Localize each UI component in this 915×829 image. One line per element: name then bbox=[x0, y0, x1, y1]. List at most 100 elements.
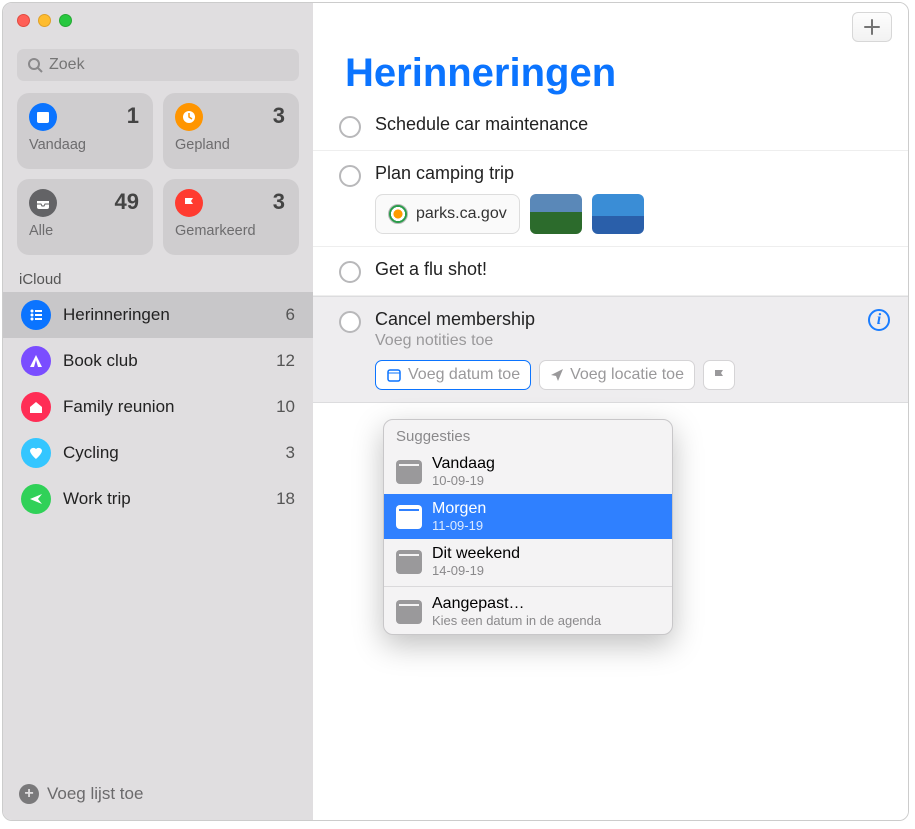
reminder-body: Get a flu shot! bbox=[375, 259, 890, 280]
suggestion-sublabel: 10-09-19 bbox=[432, 473, 495, 488]
list-name: Work trip bbox=[63, 489, 264, 509]
suggestion-label: Aangepast… bbox=[432, 595, 601, 613]
list-name: Family reunion bbox=[63, 397, 264, 417]
link-text: parks.ca.gov bbox=[416, 205, 507, 223]
smart-card-vandaag[interactable]: 1 Vandaag bbox=[17, 93, 153, 169]
reminder-body: Cancel membership Voeg notities toe Voeg … bbox=[375, 309, 890, 390]
list-name: Cycling bbox=[63, 443, 274, 463]
list-icon bbox=[21, 300, 51, 330]
smart-card-gepland[interactable]: 3 Gepland bbox=[163, 93, 299, 169]
minimize-window-button[interactable] bbox=[38, 14, 51, 27]
sidebar: 1 Vandaag 3 Gepland 49 Alle 3 Gemarkeerd… bbox=[3, 3, 313, 820]
calendar-icon bbox=[396, 600, 422, 624]
favicon-icon bbox=[388, 204, 408, 224]
section-header-icloud: iCloud bbox=[3, 265, 313, 292]
reminder-item[interactable]: Cancel membership Voeg notities toe Voeg … bbox=[313, 296, 908, 403]
list-title: Herinneringen bbox=[313, 51, 908, 102]
complete-checkbox[interactable] bbox=[339, 116, 361, 138]
calendar-icon bbox=[29, 103, 57, 131]
location-icon bbox=[550, 368, 564, 382]
flag-icon bbox=[712, 368, 726, 382]
smart-card-count: 49 bbox=[115, 189, 139, 215]
add-date-label: Voeg datum toe bbox=[408, 366, 520, 384]
search-field[interactable] bbox=[17, 49, 299, 81]
image-thumbnail[interactable] bbox=[592, 194, 644, 234]
complete-checkbox[interactable] bbox=[339, 165, 361, 187]
flag-icon bbox=[175, 189, 203, 217]
list-row-work-trip[interactable]: Work trip 18 bbox=[3, 476, 313, 522]
suggestion-sublabel: 14-09-19 bbox=[432, 563, 520, 578]
suggestion-label: Dit weekend bbox=[432, 545, 520, 563]
complete-checkbox[interactable] bbox=[339, 311, 361, 333]
add-list-button[interactable]: + Voeg lijst toe bbox=[3, 772, 313, 820]
close-window-button[interactable] bbox=[17, 14, 30, 27]
suggestion-dit-weekend[interactable]: Dit weekend 14-09-19 bbox=[384, 539, 672, 584]
add-location-label: Voeg locatie toe bbox=[570, 366, 684, 384]
list-row-cycling[interactable]: Cycling 3 bbox=[3, 430, 313, 476]
search-icon bbox=[27, 57, 43, 73]
smart-card-count: 3 bbox=[273, 103, 285, 129]
reminder-title: Schedule car maintenance bbox=[375, 114, 890, 135]
suggestion-aangepast-[interactable]: Aangepast… Kies een datum in de agenda bbox=[384, 589, 672, 634]
attachments-row: parks.ca.gov bbox=[375, 194, 890, 234]
smart-card-gemarkeerd[interactable]: 3 Gemarkeerd bbox=[163, 179, 299, 255]
search-input[interactable] bbox=[49, 56, 289, 74]
quick-actions-row: Voeg datum toe Voeg locatie toe bbox=[375, 360, 890, 390]
list-count: 12 bbox=[276, 351, 295, 371]
add-date-button[interactable]: Voeg datum toe bbox=[375, 360, 531, 390]
main-panel: Herinneringen Schedule car maintenance P… bbox=[313, 3, 908, 820]
reminder-item[interactable]: Get a flu shot! bbox=[313, 247, 908, 296]
suggestions-header: Suggesties bbox=[384, 420, 672, 449]
info-button[interactable]: i bbox=[868, 309, 890, 331]
notes-placeholder[interactable]: Voeg notities toe bbox=[375, 332, 890, 350]
suggestion-label: Vandaag bbox=[432, 455, 495, 473]
list-row-book-club[interactable]: Book club 12 bbox=[3, 338, 313, 384]
plus-icon bbox=[863, 18, 881, 36]
lists-container: Herinneringen 6 Book club 12 Family reun… bbox=[3, 292, 313, 772]
tray-icon bbox=[29, 189, 57, 217]
list-name: Book club bbox=[63, 351, 264, 371]
plus-icon: + bbox=[19, 784, 39, 804]
app-window: 1 Vandaag 3 Gepland 49 Alle 3 Gemarkeerd… bbox=[2, 2, 909, 821]
fullscreen-window-button[interactable] bbox=[59, 14, 72, 27]
plane-icon bbox=[21, 484, 51, 514]
reminder-item[interactable]: Plan camping trip parks.ca.gov bbox=[313, 151, 908, 247]
smart-card-count: 1 bbox=[127, 103, 139, 129]
smart-card-alle[interactable]: 49 Alle bbox=[17, 179, 153, 255]
suggestion-label: Morgen bbox=[432, 500, 486, 518]
smart-lists-grid: 1 Vandaag 3 Gepland 49 Alle 3 Gemarkeerd bbox=[3, 93, 313, 265]
list-row-family-reunion[interactable]: Family reunion 10 bbox=[3, 384, 313, 430]
complete-checkbox[interactable] bbox=[339, 261, 361, 283]
add-list-label: Voeg lijst toe bbox=[47, 784, 143, 804]
window-controls bbox=[17, 14, 72, 27]
calendar-icon bbox=[386, 367, 402, 383]
list-name: Herinneringen bbox=[63, 305, 274, 325]
reminder-item[interactable]: Schedule car maintenance bbox=[313, 102, 908, 151]
date-suggestions-popover: Suggesties Vandaag 10-09-19 Morgen 11-09… bbox=[383, 419, 673, 635]
smart-card-label: Gepland bbox=[175, 137, 287, 153]
calendar-icon bbox=[396, 550, 422, 574]
list-count: 18 bbox=[276, 489, 295, 509]
suggestion-morgen[interactable]: Morgen 11-09-19 bbox=[384, 494, 672, 539]
list-count: 10 bbox=[276, 397, 295, 417]
home-icon bbox=[21, 392, 51, 422]
tent-icon bbox=[21, 346, 51, 376]
calendar-icon bbox=[396, 505, 422, 529]
add-location-button[interactable]: Voeg locatie toe bbox=[539, 360, 695, 390]
suggestion-vandaag[interactable]: Vandaag 10-09-19 bbox=[384, 449, 672, 494]
suggestion-sublabel: Kies een datum in de agenda bbox=[432, 613, 601, 628]
suggestion-sublabel: 11-09-19 bbox=[432, 518, 486, 533]
list-row-herinneringen[interactable]: Herinneringen 6 bbox=[3, 292, 313, 338]
flag-button[interactable] bbox=[703, 360, 735, 390]
reminder-title: Get a flu shot! bbox=[375, 259, 890, 280]
add-reminder-button[interactable] bbox=[852, 12, 892, 42]
reminders-list: Schedule car maintenance Plan camping tr… bbox=[313, 102, 908, 403]
smart-card-label: Vandaag bbox=[29, 137, 141, 153]
link-chip[interactable]: parks.ca.gov bbox=[375, 194, 520, 234]
image-thumbnail[interactable] bbox=[530, 194, 582, 234]
heart-icon bbox=[21, 438, 51, 468]
calendar-icon bbox=[396, 460, 422, 484]
separator bbox=[384, 586, 672, 587]
reminder-title: Cancel membership bbox=[375, 309, 890, 330]
reminder-body: Schedule car maintenance bbox=[375, 114, 890, 135]
